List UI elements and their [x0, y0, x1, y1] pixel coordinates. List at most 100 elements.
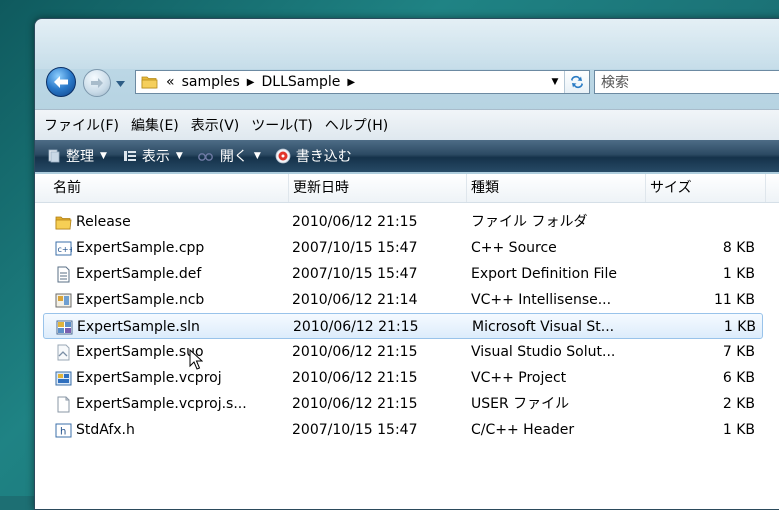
file-name: StdAfx.h: [76, 422, 135, 438]
file-date: 2010/06/12 21:15: [292, 214, 418, 230]
back-button[interactable]: [46, 67, 76, 97]
file-name: ExpertSample.vcproj.s...: [76, 396, 247, 412]
menu-bar: ファイル(F) 編集(E) 表示(V) ツール(T) ヘルプ(H): [35, 109, 779, 141]
address-bar[interactable]: « samples ▶ DLLSample ▶ ▼: [135, 70, 590, 94]
explorer-window: « samples ▶ DLLSample ▶ ▼ 検索 ファイル(F) 編集(…: [34, 18, 779, 510]
list-item[interactable]: ExpertSample.ncb 2010/06/12 21:14 VC++ I…: [43, 287, 763, 313]
file-type: Visual Studio Solut...: [471, 344, 616, 360]
file-name-cell: Release: [55, 209, 131, 235]
column-header-date[interactable]: 更新日時: [289, 174, 467, 202]
file-type: Export Definition File: [471, 266, 617, 282]
menu-file[interactable]: ファイル(F): [38, 115, 125, 135]
burn-button[interactable]: 書き込む: [275, 146, 352, 166]
chevron-down-icon: [115, 81, 125, 87]
file-date: 2007/10/15 15:47: [292, 266, 418, 282]
file-size: 8 KB: [722, 240, 755, 256]
file-name-cell: ExpertSample.sln: [56, 314, 200, 340]
folder-icon: [141, 76, 158, 89]
chevron-down-icon: ▼: [100, 151, 107, 161]
command-bar: 整理 ▼ 表示 ▼ 開く ▼ 書き込む: [35, 140, 779, 172]
open-label: 開く: [219, 149, 248, 165]
refresh-button[interactable]: [564, 71, 589, 93]
open-icon: [197, 153, 213, 161]
file-type: Microsoft Visual St...: [472, 319, 615, 335]
burn-disc-icon: [275, 148, 291, 164]
menu-view[interactable]: 表示(V): [185, 115, 246, 135]
column-header-size[interactable]: サイズ: [646, 174, 766, 202]
menu-help[interactable]: ヘルプ(H): [319, 115, 394, 135]
views-button[interactable]: 表示 ▼: [123, 146, 183, 166]
file-size: 1 KB: [723, 319, 756, 335]
breadcrumb-dllsample[interactable]: DLLSample: [261, 74, 340, 90]
search-input[interactable]: 検索: [594, 70, 779, 94]
file-date: 2010/06/12 21:15: [293, 319, 419, 335]
file-date: 2010/06/12 21:15: [292, 370, 418, 386]
column-header-type[interactable]: 種類: [467, 174, 646, 202]
file-size: 6 KB: [722, 370, 755, 386]
breadcrumb-samples[interactable]: samples: [182, 74, 240, 90]
file-type: ファイル フォルダ: [471, 214, 588, 230]
vcproj-file-icon: [55, 371, 72, 385]
file-name: ExpertSample.ncb: [76, 292, 205, 308]
cpp-file-icon: c++: [55, 241, 73, 255]
search-placeholder: 検索: [601, 75, 629, 91]
breadcrumb-separator-icon[interactable]: ▶: [347, 77, 355, 88]
svg-text:c++: c++: [58, 245, 73, 254]
breadcrumb-separator-icon[interactable]: ▶: [247, 77, 255, 88]
organize-button[interactable]: 整理 ▼: [47, 146, 107, 166]
burn-label: 書き込む: [295, 149, 352, 165]
file-date: 2007/10/15 15:47: [292, 422, 418, 438]
address-overflow[interactable]: «: [166, 74, 175, 90]
ncb-file-icon: [55, 293, 72, 307]
views-icon: [123, 151, 136, 161]
chevron-down-icon: ▼: [175, 151, 183, 161]
open-button[interactable]: 開く ▼: [197, 146, 261, 166]
sln-file-icon: [56, 320, 73, 334]
folder-icon: [55, 216, 72, 229]
file-type: VC++ Intellisense...: [471, 292, 612, 308]
list-item[interactable]: ExpertSample.suo 2010/06/12 21:15 Visual…: [43, 339, 763, 365]
window-title-glass: [35, 19, 779, 69]
list-item[interactable]: c++ ExpertSample.cpp 2007/10/15 15:47 C+…: [43, 235, 763, 261]
list-item[interactable]: Release 2010/06/12 21:15 ファイル フォルダ: [43, 209, 763, 235]
recent-pages-dropdown[interactable]: [114, 78, 126, 90]
file-date: 2010/06/12 21:14: [292, 292, 418, 308]
list-item[interactable]: ExpertSample.vcproj 2010/06/12 21:15 VC+…: [43, 365, 763, 391]
chevron-down-icon: ▼: [253, 151, 261, 161]
menu-edit[interactable]: 編集(E): [125, 115, 185, 135]
forward-arrow-icon: [91, 78, 103, 88]
header-file-icon: h: [55, 423, 72, 437]
list-item[interactable]: h StdAfx.h 2007/10/15 15:47 C/C++ Header…: [43, 417, 763, 443]
column-header-row: 名前 更新日時 種類 サイズ: [35, 174, 779, 203]
file-name: Release: [76, 214, 131, 230]
text-file-icon: [57, 266, 70, 282]
file-type: C++ Source: [471, 240, 557, 256]
file-name-cell: c++ ExpertSample.cpp: [55, 235, 204, 261]
file-name-cell: ExpertSample.vcproj.s...: [55, 391, 247, 417]
list-item[interactable]: ExpertSample.def 2007/10/15 15:47 Export…: [43, 261, 763, 287]
organize-icon: [48, 149, 60, 163]
file-name: ExpertSample.def: [76, 266, 202, 282]
file-date: 2010/06/12 21:15: [292, 396, 418, 412]
file-size: 11 KB: [713, 292, 755, 308]
file-size: 1 KB: [722, 266, 755, 282]
column-header-name[interactable]: 名前: [49, 174, 289, 202]
menu-tools[interactable]: ツール(T): [245, 115, 318, 135]
blank-file-icon: [57, 396, 70, 412]
file-size: [643, 209, 755, 235]
file-name-cell: ExpertSample.ncb: [55, 287, 204, 313]
address-dropdown-icon[interactable]: ▼: [547, 71, 563, 93]
views-label: 表示: [141, 149, 170, 165]
file-name-cell: ExpertSample.suo: [55, 339, 204, 365]
svg-text:h: h: [60, 426, 66, 437]
organize-label: 整理: [66, 149, 94, 165]
mouse-cursor-icon: [189, 349, 203, 370]
file-type: USER ファイル: [471, 396, 570, 412]
forward-button[interactable]: [83, 69, 111, 97]
file-list: Release 2010/06/12 21:15 ファイル フォルダ c++ E…: [35, 203, 779, 509]
suo-file-icon: [57, 344, 70, 360]
refresh-icon: [571, 75, 583, 89]
file-date: 2010/06/12 21:15: [292, 344, 418, 360]
list-item-selected[interactable]: ExpertSample.sln 2010/06/12 21:15 Micros…: [43, 313, 763, 339]
list-item[interactable]: ExpertSample.vcproj.s... 2010/06/12 21:1…: [43, 391, 763, 417]
